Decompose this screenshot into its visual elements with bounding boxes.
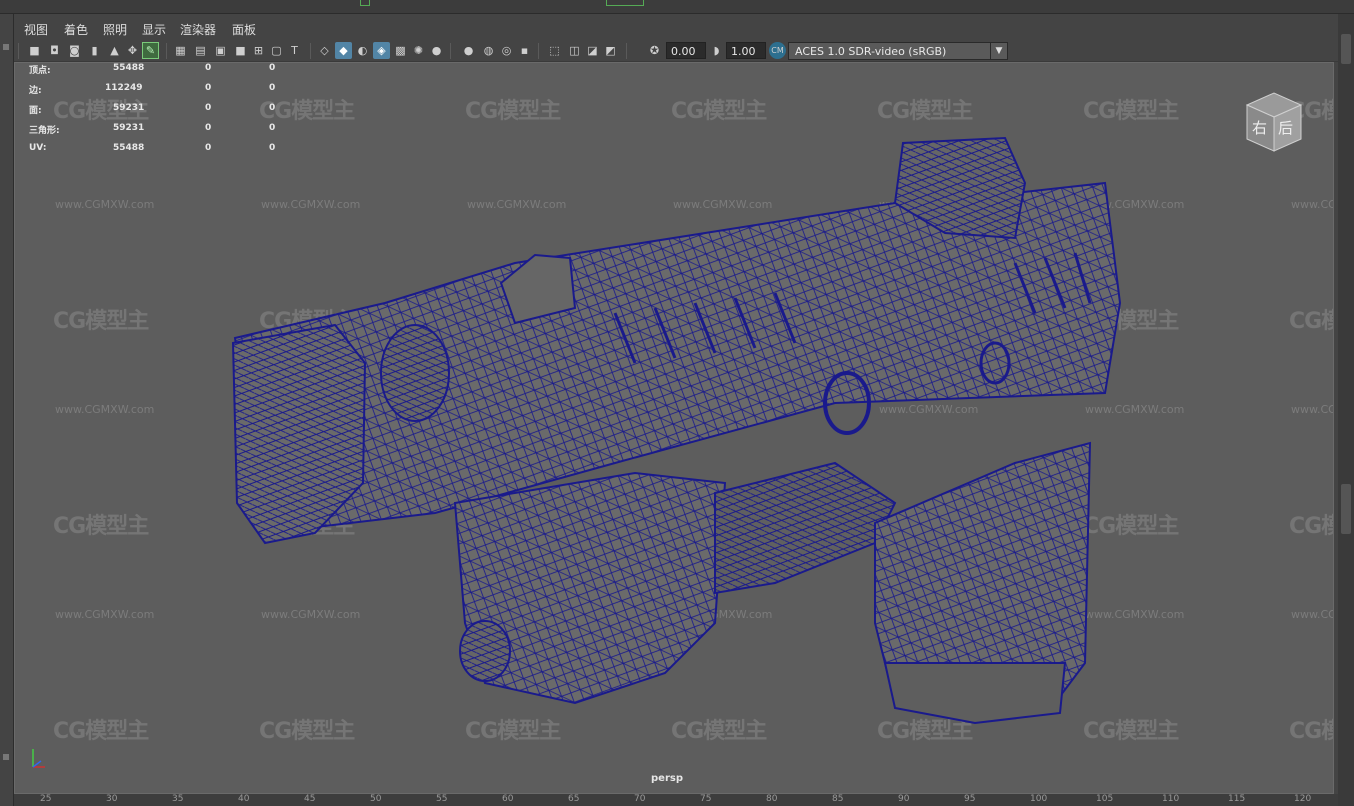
gamma-field[interactable]: 1.00 — [726, 42, 766, 59]
viewport-persp[interactable]: CG模型主CG模型主CG模型主CG模型主CG模型主CG模型主CG模型主CG模型主… — [14, 62, 1334, 794]
motion-blur-icon[interactable]: ◍ — [480, 42, 497, 59]
scrollbar-thumb[interactable] — [1341, 484, 1351, 534]
strip-handle[interactable] — [3, 44, 9, 50]
ruler-tick: 110 — [1162, 794, 1180, 804]
green-marker — [360, 0, 370, 6]
exposure-field[interactable]: 0.00 — [666, 42, 706, 59]
lock-camera-icon[interactable]: ◘ — [46, 42, 63, 59]
color-management-icon[interactable]: CM — [769, 42, 786, 59]
ruler-tick: 85 — [832, 794, 844, 804]
bookmark-icon[interactable]: ▮ — [86, 42, 103, 59]
strip-handle[interactable] — [3, 754, 9, 760]
menu-panels[interactable]: 面板 — [232, 21, 256, 38]
axis-gizmo — [32, 749, 45, 768]
image-plane-icon[interactable]: ▲ — [106, 42, 123, 59]
color-space-select[interactable]: ACES 1.0 SDR-video (sRGB) — [788, 42, 992, 60]
lights-icon[interactable]: ✺ — [410, 42, 427, 59]
ruler-tick: 105 — [1096, 794, 1114, 804]
hud-row-vertices: 顶点: 55488 0 0 — [29, 63, 276, 76]
menu-renderer[interactable]: 渲染器 — [180, 21, 216, 38]
menu-shading[interactable]: 着色 — [64, 21, 88, 38]
ruler-tick: 80 — [766, 794, 778, 804]
ruler-tick: 40 — [238, 794, 250, 804]
hud-row-triangles: 三角形: 59231 0 0 — [29, 123, 276, 136]
isolate-select-icon[interactable]: ⬚ — [546, 42, 563, 59]
gamma-icon[interactable]: ◗ — [708, 42, 725, 59]
xray-joints-icon[interactable]: ◪ — [584, 42, 601, 59]
ruler-tick: 25 — [40, 794, 52, 804]
ruler-tick: 30 — [106, 794, 118, 804]
scrollbar-thumb[interactable] — [1341, 34, 1351, 64]
menu-lighting[interactable]: 照明 — [103, 21, 127, 38]
panel-menu-bar: 视图 着色 照明 显示 渲染器 面板 — [14, 18, 1338, 40]
ambient-occlusion-icon[interactable]: ● — [460, 42, 477, 59]
safe-action-icon[interactable]: ▢ — [268, 42, 285, 59]
view-cube-back-face[interactable]: 后 — [1278, 119, 1293, 137]
wireframe-icon[interactable]: ◇ — [316, 42, 333, 59]
green-marker — [606, 0, 644, 6]
backface-icon[interactable]: ◩ — [602, 42, 619, 59]
ruler-tick: 55 — [436, 794, 448, 804]
panel-toolbar: ■ ◘ ◙ ▮ ▲ ✥ ✎ ▦ ▤ ▣ ■ ⊞ ▢ T ◇ ◆ ◐ ◈ ▩ ✺ … — [14, 40, 1338, 62]
ruler-tick: 60 — [502, 794, 514, 804]
top-panel-strip — [0, 0, 1354, 14]
view-cube[interactable]: 右 后 — [1239, 87, 1309, 157]
ruler-tick: 45 — [304, 794, 316, 804]
ruler-tick: 35 — [172, 794, 184, 804]
wireframe-on-shaded-icon[interactable]: ◈ — [373, 42, 390, 59]
field-chart-icon[interactable]: ⊞ — [250, 42, 267, 59]
time-ruler[interactable]: 25 30 35 40 45 50 55 60 65 70 75 80 85 90 95 100 105 110 1… — [14, 794, 1338, 806]
antialias-icon[interactable]: ◎ — [498, 42, 515, 59]
ruler-tick: 65 — [568, 794, 580, 804]
camera-icon[interactable]: ■ — [26, 42, 43, 59]
ruler-tick: 115 — [1228, 794, 1246, 804]
camera-attributes-icon[interactable]: ◙ — [66, 42, 83, 59]
ruler-tick: 100 — [1030, 794, 1048, 804]
hud-row-uvs: UV: 55488 0 0 — [29, 143, 276, 153]
ruler-tick: 75 — [700, 794, 712, 804]
grease-pencil-icon[interactable]: ✎ — [142, 42, 159, 59]
ruler-tick: 50 — [370, 794, 382, 804]
exposure-icon[interactable]: ✪ — [646, 42, 663, 59]
menu-view[interactable]: 视图 — [24, 21, 48, 38]
ruler-tick: 120 — [1294, 794, 1312, 804]
two-d-pan-icon[interactable]: ✥ — [124, 42, 141, 59]
left-tool-strip — [0, 14, 14, 806]
textured-icon[interactable]: ▩ — [392, 42, 409, 59]
resolution-gate-icon[interactable]: ▣ — [212, 42, 229, 59]
hud-row-faces: 面: 59231 0 0 — [29, 103, 276, 116]
view-cube-right-face[interactable]: 右 — [1252, 119, 1267, 137]
shadows-icon[interactable]: ● — [428, 42, 445, 59]
film-gate-icon[interactable]: ▤ — [192, 42, 209, 59]
depth-of-field-icon[interactable]: ▪ — [516, 42, 533, 59]
ruler-tick: 95 — [964, 794, 976, 804]
right-scroll-strip — [1338, 14, 1354, 806]
default-material-icon[interactable]: ◐ — [354, 42, 371, 59]
menu-show[interactable]: 显示 — [142, 21, 166, 38]
ruler-tick: 90 — [898, 794, 910, 804]
ruler-tick: 70 — [634, 794, 646, 804]
model-wireframe[interactable] — [15, 63, 1334, 794]
safe-title-icon[interactable]: T — [286, 42, 303, 59]
poly-count-hud: 顶点: 55488 0 0 边: 112249 0 0 面: 59231 0 0… — [29, 63, 299, 163]
camera-label: persp — [651, 773, 683, 784]
grid-icon[interactable]: ▦ — [172, 42, 189, 59]
xray-icon[interactable]: ◫ — [566, 42, 583, 59]
chevron-down-icon[interactable]: ▼ — [990, 42, 1008, 60]
gate-mask-icon[interactable]: ■ — [232, 42, 249, 59]
hud-row-edges: 边: 112249 0 0 — [29, 83, 276, 96]
smooth-shade-icon[interactable]: ◆ — [335, 42, 352, 59]
